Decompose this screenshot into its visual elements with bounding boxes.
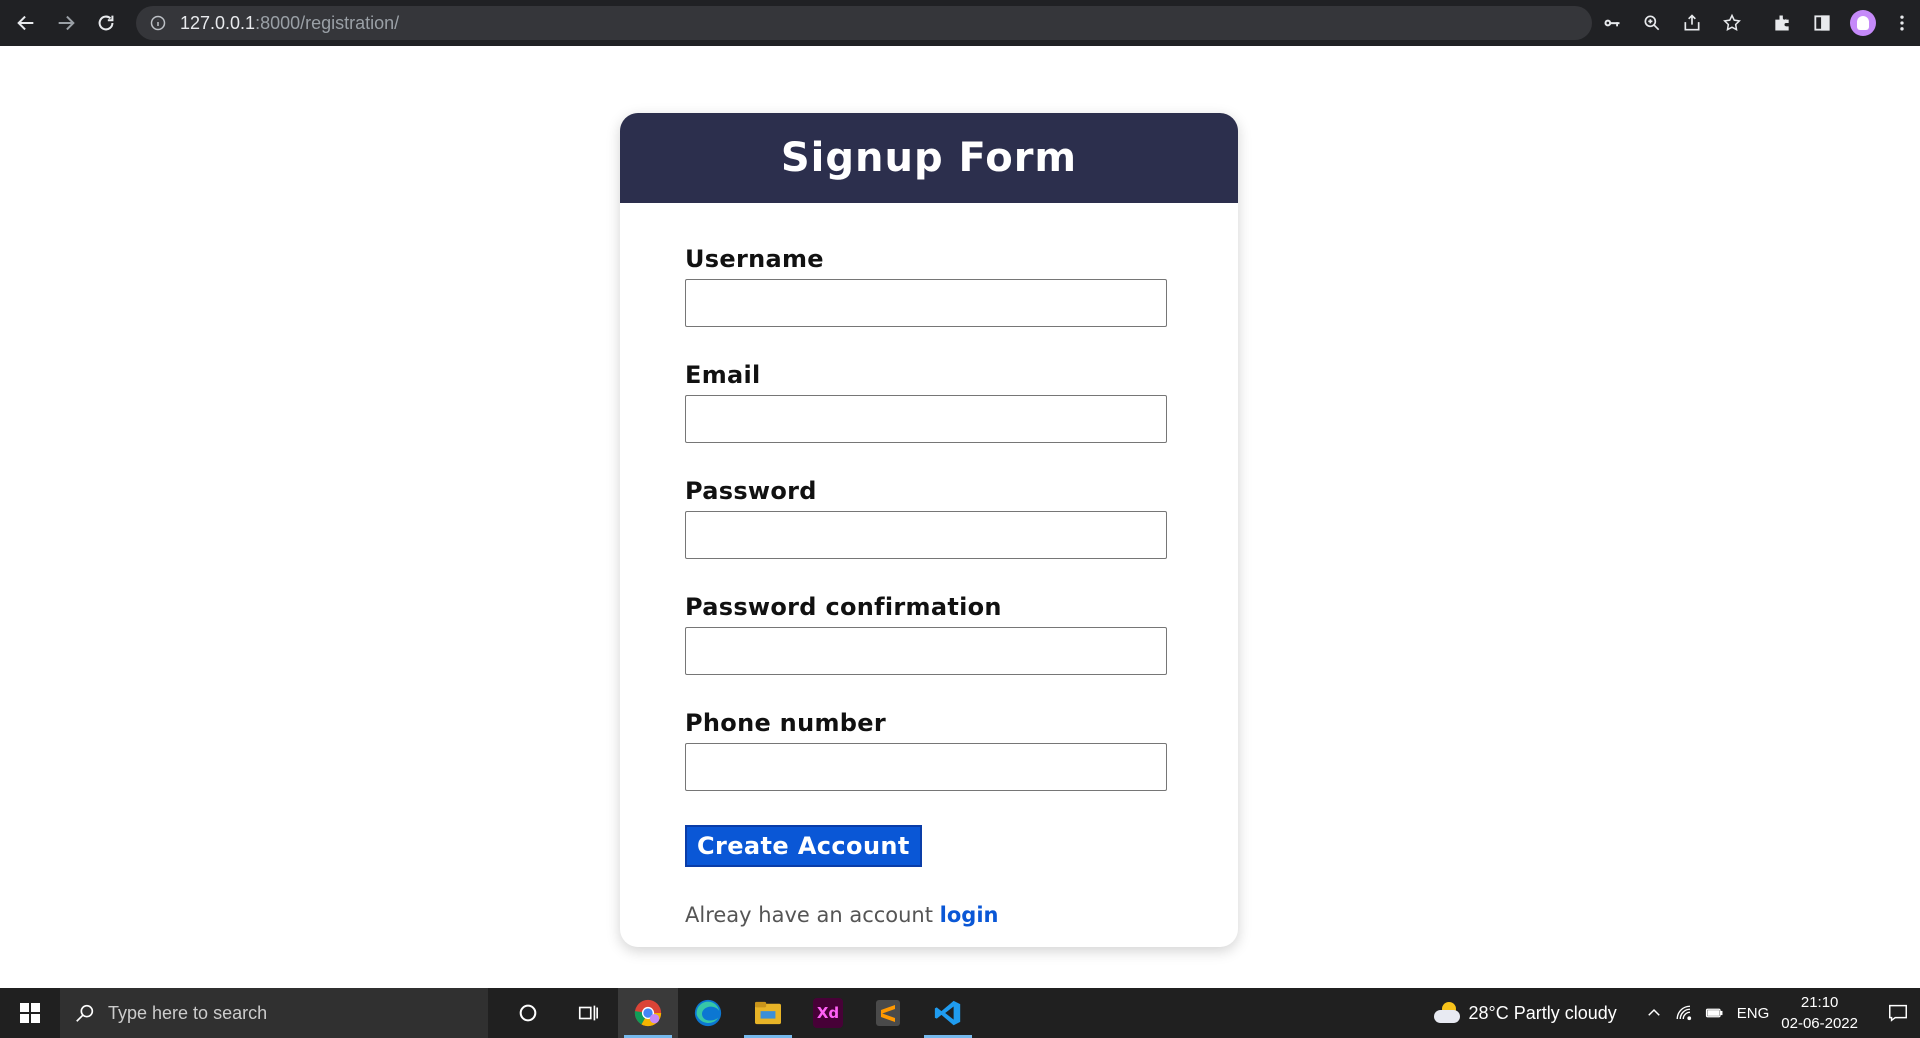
info-icon[interactable] — [150, 15, 166, 31]
email-input[interactable] — [685, 395, 1167, 443]
username-label: Username — [685, 245, 824, 273]
menu-kebab-icon[interactable] — [1884, 3, 1920, 43]
cortana-icon[interactable] — [498, 988, 558, 1038]
login-link[interactable]: login — [940, 903, 999, 927]
card-header: Signup Form — [620, 113, 1238, 203]
search-icon — [76, 1004, 94, 1022]
search-placeholder: Type here to search — [108, 1002, 268, 1023]
email-label: Email — [685, 361, 761, 389]
phone-label: Phone number — [685, 709, 886, 737]
side-panel-icon[interactable] — [1802, 3, 1842, 43]
weather-widget[interactable]: 28°C Partly cloudy — [1434, 1002, 1617, 1024]
create-account-button[interactable]: Create Account — [685, 825, 922, 867]
signup-card: Signup Form Username Email Password Pass… — [620, 113, 1238, 947]
phone-input[interactable] — [685, 743, 1167, 791]
weather-text: 28°C Partly cloudy — [1468, 1002, 1617, 1023]
clock-time: 21:10 — [1800, 994, 1839, 1011]
password-input[interactable] — [685, 511, 1167, 559]
key-icon[interactable] — [1592, 3, 1632, 43]
password-field-group: Password — [685, 477, 1238, 559]
username-field-group: Username — [685, 245, 1238, 327]
chrome-taskbar-icon[interactable] — [618, 988, 678, 1038]
wifi-icon[interactable] — [1669, 988, 1699, 1038]
share-icon[interactable] — [1672, 3, 1712, 43]
partly-cloudy-icon — [1434, 1002, 1461, 1024]
address-bar[interactable]: 127.0.0.1:8000/registration/ — [136, 6, 1592, 40]
login-prompt: Alreay have an account login — [685, 903, 1238, 927]
extensions-icon[interactable] — [1762, 3, 1802, 43]
reload-icon[interactable] — [86, 3, 126, 43]
windows-taskbar: Type here to search Xd 28°C Partly cloud… — [0, 988, 1920, 1038]
bookmark-star-icon[interactable] — [1712, 3, 1752, 43]
file-explorer-taskbar-icon[interactable] — [738, 988, 798, 1038]
task-view-icon[interactable] — [558, 988, 618, 1038]
clock-date: 02-06-2022 — [1781, 1015, 1858, 1032]
url-text: 127.0.0.1:8000/registration/ — [180, 12, 400, 33]
clock[interactable]: 21:10 02-06-2022 — [1781, 992, 1858, 1034]
username-input[interactable] — [685, 279, 1167, 327]
back-icon[interactable] — [6, 3, 46, 43]
email-field-group: Email — [685, 361, 1238, 443]
chevron-up-icon[interactable] — [1639, 988, 1669, 1038]
forward-icon[interactable] — [46, 3, 86, 43]
battery-icon[interactable] — [1699, 988, 1729, 1038]
start-button[interactable] — [0, 988, 60, 1038]
browser-toolbar: 127.0.0.1:8000/registration/ — [0, 0, 1920, 46]
taskbar-search[interactable]: Type here to search — [60, 988, 488, 1038]
profile-avatar[interactable] — [1850, 10, 1876, 36]
zoom-icon[interactable] — [1632, 3, 1672, 43]
page-viewport: Signup Form Username Email Password Pass… — [0, 46, 1920, 988]
notifications-icon[interactable] — [1876, 988, 1920, 1038]
phone-field-group: Phone number — [685, 709, 1238, 791]
adobe-xd-taskbar-icon[interactable]: Xd — [798, 988, 858, 1038]
form-title: Signup Form — [780, 135, 1078, 181]
password-label: Password — [685, 477, 817, 505]
password-confirm-input[interactable] — [685, 627, 1167, 675]
signup-form: Username Email Password Password confirm… — [620, 203, 1238, 927]
windows-logo-icon — [20, 1003, 40, 1023]
vscode-taskbar-icon[interactable] — [918, 988, 978, 1038]
password-confirm-label: Password confirmation — [685, 593, 1002, 621]
login-prompt-text: Alreay have an account — [685, 903, 940, 927]
password-confirm-field-group: Password confirmation — [685, 593, 1238, 675]
system-tray: 28°C Partly cloudy ENG 21:10 02-06-2022 — [1434, 988, 1920, 1038]
language-indicator[interactable]: ENG — [1737, 1005, 1770, 1022]
edge-taskbar-icon[interactable] — [678, 988, 738, 1038]
sublime-text-taskbar-icon[interactable] — [858, 988, 918, 1038]
